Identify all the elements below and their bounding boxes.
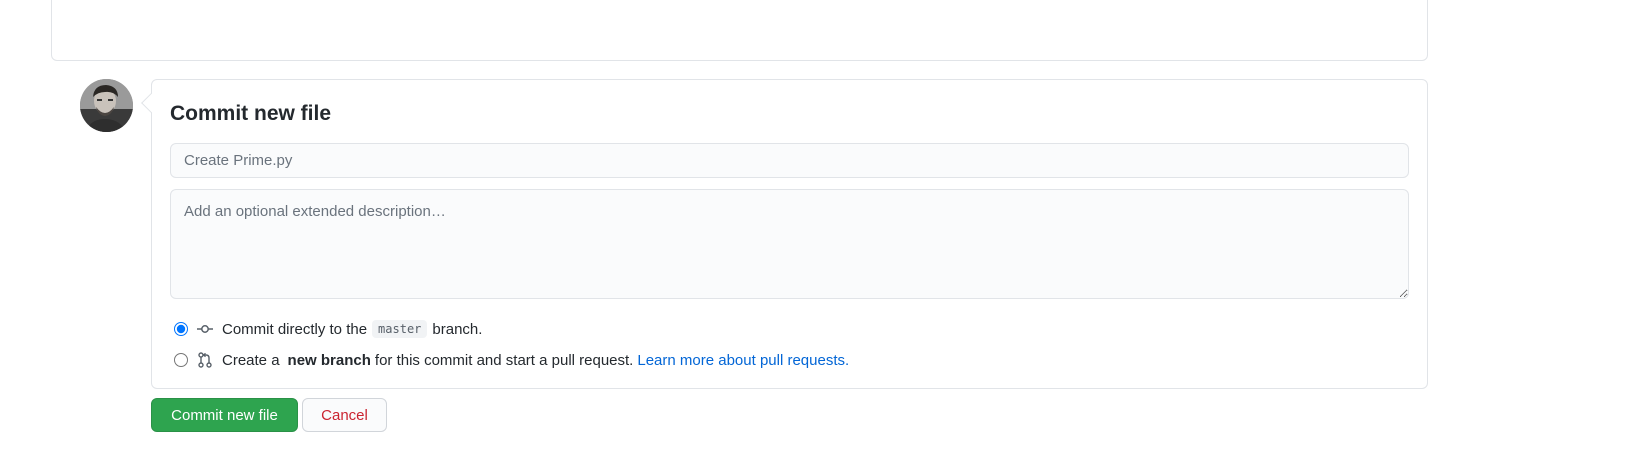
git-commit-icon [196,320,214,338]
avatar-image [80,79,133,132]
commit-summary-input[interactable] [170,143,1409,178]
cancel-button[interactable]: Cancel [302,398,387,432]
new-branch-suffix: for this commit and start a pull request… [374,351,634,369]
learn-more-pull-requests-link[interactable]: Learn more about pull requests. [637,352,849,369]
commit-description-input[interactable] [170,189,1409,299]
commit-title: Commit new file [170,102,332,125]
git-pull-request-icon [196,351,214,369]
commit-directly-radio[interactable] [174,322,188,336]
avatar[interactable] [80,79,133,132]
branch-name: master [372,320,428,338]
commit-directly-suffix: branch. [432,320,483,338]
commit-directly-text: Commit directly to the [222,320,368,338]
commit-new-file-button[interactable]: Commit new file [151,398,298,432]
new-branch-text: Create a [222,351,280,369]
new-branch-radio[interactable] [174,353,188,367]
commit-panel: Commit new file Commit directly to the m… [141,79,1428,389]
new-branch-emphasis: new branch [287,351,371,369]
file-editor-panel [51,0,1428,61]
panel-pointer [141,93,161,113]
commit-directly-option[interactable]: Commit directly to the master branch. [174,318,482,340]
new-branch-option[interactable]: Create a new branch for this commit and … [174,349,849,371]
